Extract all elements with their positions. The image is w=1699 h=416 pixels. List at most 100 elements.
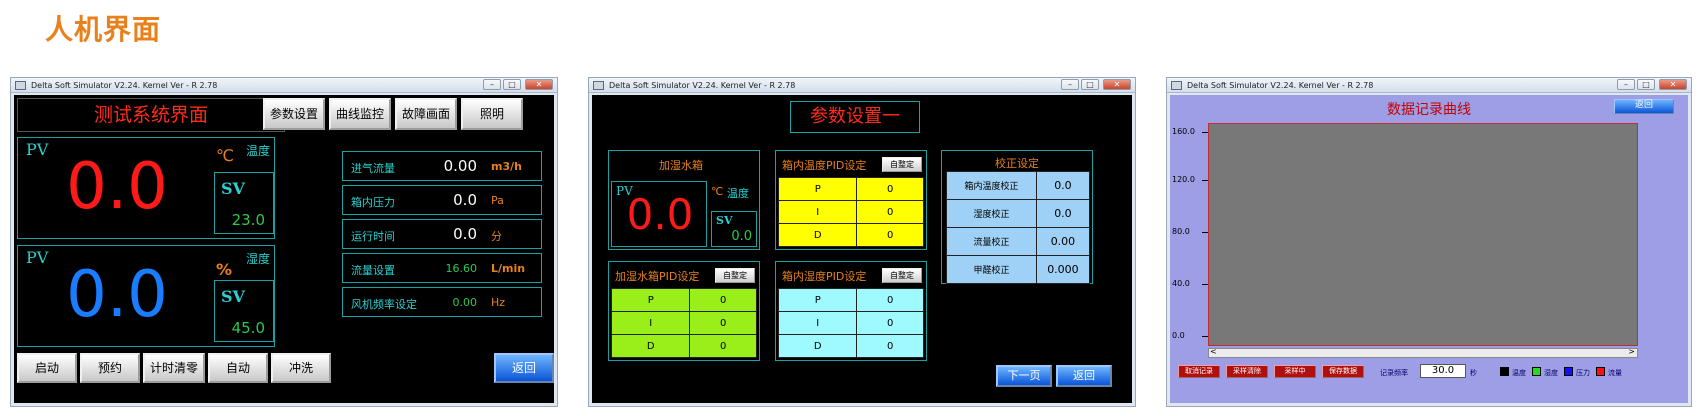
lighting-button[interactable]: 照明 [461, 98, 523, 130]
close-icon[interactable]: ✕ [525, 79, 553, 90]
row-label: 流量设置 [351, 264, 395, 277]
flow-setting-row[interactable]: 流量设置 16.60 L/min [342, 253, 542, 283]
close-icon[interactable]: ✕ [1659, 79, 1687, 90]
record-rate-label: 记录频率 [1380, 369, 1408, 377]
pid-param: D [777, 334, 858, 358]
close-icon[interactable]: ✕ [1103, 79, 1131, 90]
pid-value[interactable]: 0 [856, 200, 924, 224]
cancel-record-button[interactable]: 取消记录 [1178, 365, 1220, 378]
scroll-right-icon[interactable]: > [1628, 347, 1635, 356]
calibration-value[interactable]: 0.000 [1035, 255, 1091, 284]
clear-sample-button[interactable]: 采样清除 [1226, 365, 1268, 378]
window-title: Delta Soft Simulator V2.24. Kernel Ver -… [31, 81, 218, 90]
calibration-label: 甲醛校正 [946, 255, 1037, 284]
reset-timer-button[interactable]: 计时清零 [143, 353, 205, 383]
pid-value[interactable]: 0 [856, 334, 924, 358]
calibration-row: 箱内温度校正 0.0 [946, 171, 1091, 200]
curve-monitor-button[interactable]: 曲线监控 [329, 98, 391, 130]
hum-sv-box[interactable]: SV 45.0 [214, 280, 274, 342]
flush-button[interactable]: 冲洗 [271, 353, 331, 383]
pid-row: I0 [777, 200, 924, 224]
record-rate-unit: 秒 [1470, 369, 1477, 377]
simulator-window-main: Delta Soft Simulator V2.24. Kernel Ver -… [10, 77, 558, 407]
humidifier-pid-table: P0 I0 D0 [610, 288, 757, 358]
humidifier-pid-panel: 加湿水箱PID设定 自整定 P0 I0 D0 [608, 261, 760, 361]
box-hum-self-tune-button[interactable]: 自整定 [882, 268, 922, 283]
start-button[interactable]: 启动 [17, 353, 77, 383]
hum-unit: % [216, 260, 233, 279]
record-rate-input[interactable]: 30.0 [1420, 364, 1466, 378]
legend-swatch-temperature [1500, 367, 1509, 376]
window-title: Delta Soft Simulator V2.24. Kernel Ver -… [1187, 81, 1374, 90]
schedule-button[interactable]: 预约 [80, 353, 140, 383]
row-unit: Hz [491, 296, 506, 309]
pid-row: P0 [777, 288, 924, 312]
calibration-panel: 校正设定 箱内温度校正 0.0 湿度校正 0.0 流量校正 0.00 甲醛校正 0.00… [941, 150, 1093, 284]
pid-value[interactable]: 0 [856, 311, 924, 335]
pid-value[interactable]: 0 [856, 288, 924, 312]
calibration-label: 流量校正 [946, 227, 1037, 256]
box-temp-self-tune-button[interactable]: 自整定 [882, 157, 922, 172]
humidifier-sv-box[interactable]: SV 0.0 [711, 211, 757, 247]
pid-value[interactable]: 0 [689, 334, 757, 358]
legend-swatch-pressure [1564, 367, 1573, 376]
y-tick-label: 80.0 [1172, 227, 1190, 236]
pid-value[interactable]: 0 [689, 311, 757, 335]
page-title: 人机界面 [45, 13, 162, 46]
calibration-label: 箱内温度校正 [946, 171, 1037, 200]
humidifier-title: 加湿水箱 [659, 159, 703, 172]
pid-value[interactable]: 0 [856, 223, 924, 247]
box-hum-pid-panel: 箱内湿度PID设定 自整定 P0 I0 D0 [775, 261, 927, 361]
humidifier-temp-label: 温度 [727, 187, 749, 200]
screen-title: 数据记录曲线 [1387, 102, 1471, 118]
temp-sv-box[interactable]: SV 23.0 [214, 172, 274, 234]
hmi-screen-params: 参数设置一 加湿水箱 PV 0.0 ℃ 温度 SV 0.0 箱内温度PID设定 … [592, 95, 1132, 403]
minimize-icon[interactable]: – [483, 79, 501, 90]
pid-row: I0 [610, 311, 757, 335]
row-unit: Pa [491, 194, 504, 207]
param-settings-button[interactable]: 参数设置 [263, 98, 325, 130]
save-data-button[interactable]: 保存数据 [1322, 365, 1364, 378]
hmi-screen-curves: 数据记录曲线 返回 160.0 120.0 80.0 40.0 0.0 < > … [1170, 95, 1688, 403]
minimize-icon[interactable]: – [1061, 79, 1079, 90]
y-tick-label: 0.0 [1172, 331, 1185, 340]
maximize-icon[interactable]: □ [503, 79, 521, 90]
calibration-table: 箱内温度校正 0.0 湿度校正 0.0 流量校正 0.00 甲醛校正 0.000 [946, 171, 1091, 284]
calibration-value[interactable]: 0.0 [1035, 199, 1091, 228]
humidifier-unit: ℃ [711, 185, 724, 198]
calibration-value[interactable]: 0.0 [1035, 171, 1091, 200]
humidifier-self-tune-button[interactable]: 自整定 [715, 268, 755, 283]
next-page-button[interactable]: 下一页 [996, 365, 1052, 387]
fault-screen-button[interactable]: 故障画面 [395, 98, 457, 130]
y-tick-label: 40.0 [1172, 279, 1190, 288]
scroll-left-icon[interactable]: < [1210, 347, 1217, 356]
pid-param: I [777, 311, 858, 335]
sampling-button[interactable]: 采样中 [1274, 365, 1316, 378]
maximize-icon[interactable]: □ [1081, 79, 1099, 90]
pid-row: D0 [610, 334, 757, 358]
calibration-value[interactable]: 0.00 [1035, 227, 1091, 256]
back-button[interactable]: 返回 [494, 353, 554, 383]
legend-label: 流量 [1608, 369, 1622, 377]
pid-row: D0 [777, 334, 924, 358]
plot-horizontal-scrollbar[interactable]: < > [1208, 347, 1638, 358]
row-label: 风机频率设定 [351, 298, 417, 311]
maximize-icon[interactable]: □ [1637, 79, 1655, 90]
hum-sv-label: SV [221, 287, 245, 306]
back-button[interactable]: 返回 [1056, 365, 1112, 387]
row-value: 0.0 [453, 225, 477, 243]
pid-param: P [777, 288, 858, 312]
trend-plot-area[interactable] [1208, 123, 1638, 346]
humidifier-pv-box: PV 0.0 [611, 181, 707, 247]
temp-pv-value: 0.0 [66, 150, 168, 224]
auto-button[interactable]: 自动 [208, 353, 268, 383]
calibration-row: 流量校正 0.00 [946, 227, 1091, 256]
pid-value[interactable]: 0 [856, 177, 924, 201]
run-time-row: 运行时间 0.0 分 [342, 219, 542, 249]
fan-frequency-row[interactable]: 风机频率设定 0.00 Hz [342, 287, 542, 317]
row-label: 箱内压力 [351, 196, 395, 209]
pid-value[interactable]: 0 [689, 288, 757, 312]
minimize-icon[interactable]: – [1617, 79, 1635, 90]
humidity-panel: PV 0.0 % 湿度 SV 45.0 [17, 245, 275, 347]
back-button[interactable]: 返回 [1614, 99, 1674, 114]
